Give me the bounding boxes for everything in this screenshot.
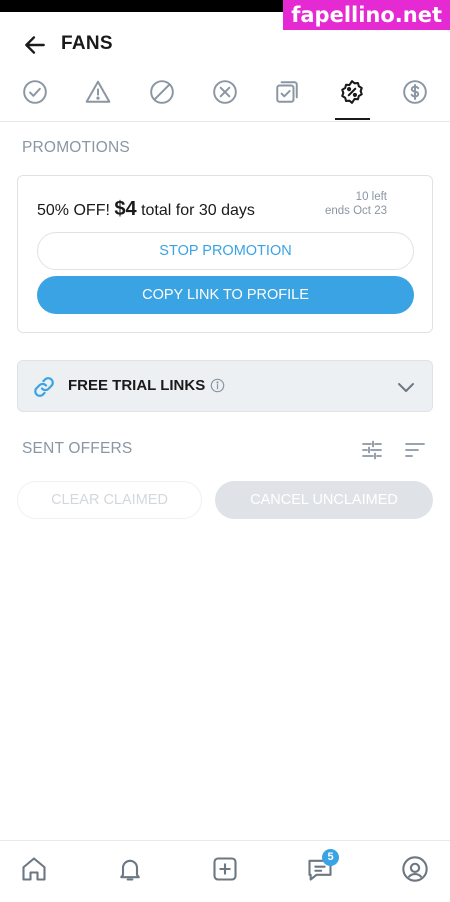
promotion-remaining: 10 left (355, 191, 387, 203)
promotion-card: 50% OFF! $4 total for 30 days 10 left en… (17, 175, 433, 333)
profile-icon[interactable] (401, 855, 431, 887)
warning-triangle-icon[interactable] (83, 77, 113, 107)
watermark: fapellino.net (283, 0, 450, 30)
clear-claimed-button[interactable]: CLEAR CLAIMED (17, 481, 202, 519)
x-circle-icon[interactable] (210, 77, 240, 107)
chevron-down-icon (394, 375, 418, 399)
promotion-meta: 10 left ends Oct 23 (325, 190, 387, 218)
free-trial-links-accordion[interactable]: FREE TRIAL LINKS (17, 360, 433, 412)
messages-badge: 5 (322, 849, 339, 866)
check-circle-icon[interactable] (20, 77, 50, 107)
tab-bar (0, 72, 450, 122)
page-title: FANS (61, 33, 113, 54)
link-icon (32, 375, 56, 399)
add-post-icon[interactable] (211, 855, 241, 887)
info-icon[interactable] (210, 378, 225, 393)
free-trial-links-label: FREE TRIAL LINKS (68, 377, 206, 394)
back-arrow-icon[interactable] (22, 32, 48, 58)
promotion-end-date: ends Oct 23 (324, 205, 387, 217)
active-tab-indicator (335, 118, 370, 120)
stop-promotion-button[interactable]: STOP PROMOTION (37, 232, 414, 270)
discount-badge-icon[interactable] (337, 77, 367, 107)
sent-offers-section-label: SENT OFFERS (22, 440, 133, 457)
promotion-offer-text: 50% OFF! $4 total for 30 days (37, 198, 255, 221)
sort-icon[interactable] (403, 438, 427, 462)
copy-link-to-profile-button[interactable]: COPY LINK TO PROFILE (37, 276, 414, 314)
offer-prefix: 50% OFF! (37, 202, 110, 219)
home-icon[interactable] (20, 855, 50, 887)
bottom-navigation: 5 (0, 840, 450, 902)
dollar-circle-icon[interactable] (400, 77, 430, 107)
promotions-section-label: PROMOTIONS (22, 139, 130, 156)
header: FANS (0, 28, 450, 60)
cancel-unclaimed-button[interactable]: CANCEL UNCLAIMED (215, 481, 433, 519)
offer-price: $4 (114, 198, 137, 220)
offer-suffix: total for 30 days (141, 202, 255, 219)
messages-icon[interactable]: 5 (306, 849, 339, 887)
copy-check-icon[interactable] (272, 77, 302, 107)
filter-sliders-icon[interactable] (360, 438, 384, 462)
block-circle-icon[interactable] (147, 77, 177, 107)
bell-icon[interactable] (116, 855, 146, 887)
